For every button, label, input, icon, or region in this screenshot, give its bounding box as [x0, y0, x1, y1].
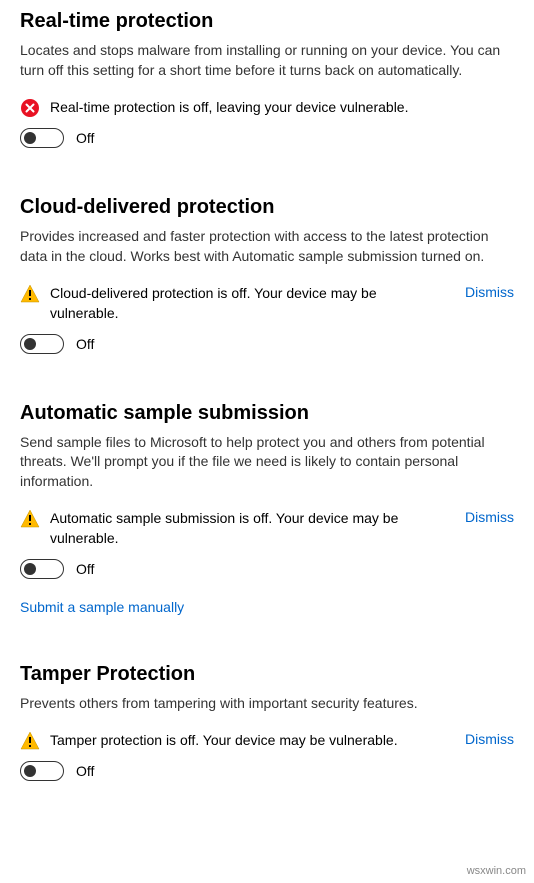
toggle-row: Off	[20, 128, 514, 148]
section-description: Locates and stops malware from installin…	[20, 41, 514, 80]
status-row: Cloud-delivered protection is off. Your …	[20, 284, 514, 323]
toggle-row: Off	[20, 761, 514, 781]
warning-icon	[20, 509, 40, 529]
toggle-label: Off	[76, 130, 94, 146]
status-text: Tamper protection is off. Your device ma…	[50, 731, 447, 751]
status-text: Automatic sample submission is off. Your…	[50, 509, 447, 548]
section-description: Prevents others from tampering with impo…	[20, 694, 514, 714]
dismiss-link[interactable]: Dismiss	[465, 509, 514, 525]
section-description: Provides increased and faster protection…	[20, 227, 514, 266]
section-title: Real-time protection	[20, 10, 514, 33]
warning-icon	[20, 284, 40, 304]
section-title: Automatic sample submission	[20, 402, 514, 425]
status-row: Automatic sample submission is off. Your…	[20, 509, 514, 548]
error-icon	[20, 98, 40, 118]
toggle-row: Off	[20, 559, 514, 579]
toggle-row: Off	[20, 334, 514, 354]
status-text: Real-time protection is off, leaving you…	[50, 98, 514, 118]
section-cloud-delivered-protection: Cloud-delivered protection Provides incr…	[20, 196, 514, 353]
tamper-protection-toggle[interactable]	[20, 761, 64, 781]
status-row: Tamper protection is off. Your device ma…	[20, 731, 514, 751]
section-title: Cloud-delivered protection	[20, 196, 514, 219]
section-automatic-sample-submission: Automatic sample submission Send sample …	[20, 402, 514, 615]
sample-submission-toggle[interactable]	[20, 559, 64, 579]
toggle-label: Off	[76, 763, 94, 779]
warning-icon	[20, 731, 40, 751]
section-realtime-protection: Real-time protection Locates and stops m…	[20, 10, 514, 148]
cloud-protection-toggle[interactable]	[20, 334, 64, 354]
dismiss-link[interactable]: Dismiss	[465, 284, 514, 300]
section-tamper-protection: Tamper Protection Prevents others from t…	[20, 663, 514, 782]
toggle-label: Off	[76, 336, 94, 352]
status-row: Real-time protection is off, leaving you…	[20, 98, 514, 118]
submit-sample-manually-link[interactable]: Submit a sample manually	[20, 599, 184, 615]
section-title: Tamper Protection	[20, 663, 514, 686]
toggle-label: Off	[76, 561, 94, 577]
status-text: Cloud-delivered protection is off. Your …	[50, 284, 447, 323]
watermark-text: wsxwin.com	[467, 865, 526, 877]
section-description: Send sample files to Microsoft to help p…	[20, 433, 514, 492]
realtime-protection-toggle[interactable]	[20, 128, 64, 148]
dismiss-link[interactable]: Dismiss	[465, 731, 514, 747]
